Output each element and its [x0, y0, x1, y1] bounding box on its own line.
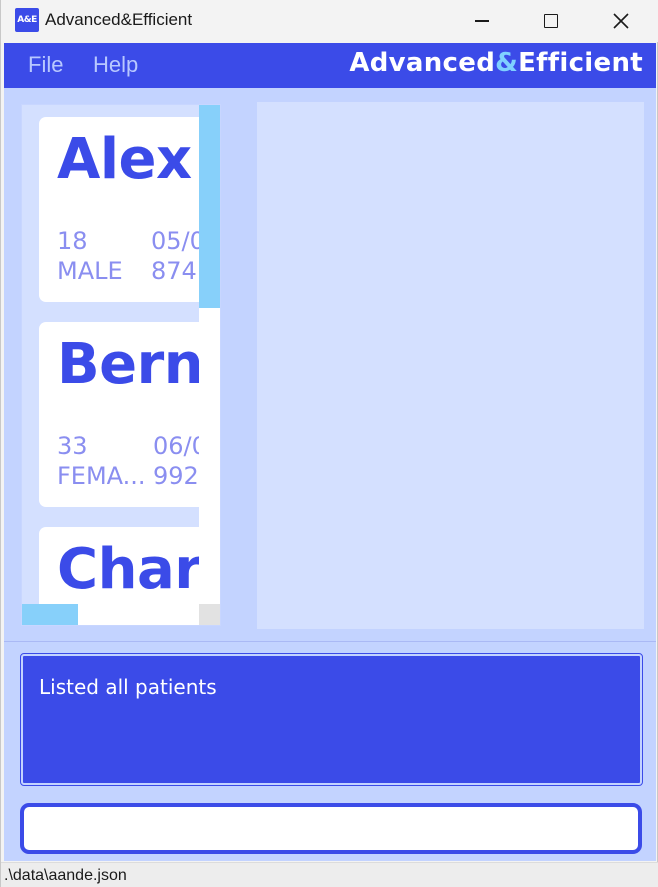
patient-name: Berni: [57, 332, 221, 397]
patient-detail-panel: [257, 102, 644, 629]
close-icon: [613, 13, 629, 29]
patient-card[interactable]: Alex Y 18 05/0 MALE 874: [39, 117, 220, 302]
patient-card[interactable]: Berni 33 06/0 FEMA... 992: [39, 322, 221, 507]
minimize-button[interactable]: [453, 0, 511, 42]
patient-name: Charl: [57, 537, 221, 602]
patient-age: 18: [57, 227, 88, 255]
horizontal-scrollbar-thumb[interactable]: [22, 604, 78, 625]
menu-file[interactable]: File: [28, 52, 63, 78]
minimize-icon: [475, 20, 489, 22]
brand-logo: Advanced&Efficient: [349, 48, 643, 78]
patient-phone: 992: [153, 462, 199, 490]
result-message: Listed all patients: [39, 675, 217, 699]
app-logo-icon: A&E: [15, 8, 39, 32]
maximize-button[interactable]: [522, 0, 580, 42]
patient-name: Alex Y: [57, 127, 220, 192]
status-bar: .\data\aande.json: [1, 862, 658, 887]
patient-age: 33: [57, 432, 88, 460]
maximize-icon: [544, 14, 558, 28]
patient-list[interactable]: Alex Y 18 05/0 MALE 874 Berni 33 06/0 FE…: [21, 104, 221, 626]
vertical-scrollbar-thumb[interactable]: [199, 105, 220, 308]
patient-gender: MALE: [57, 257, 123, 285]
window-title: Advanced&Efficient: [45, 10, 193, 29]
patient-date: 05/0: [151, 227, 205, 255]
app-window: A&E Advanced&Efficient File Help Advance…: [0, 0, 658, 887]
menu-help[interactable]: Help: [93, 52, 138, 78]
command-area: Listed all patients: [4, 641, 656, 861]
command-input[interactable]: [20, 803, 642, 854]
patient-phone: 874: [151, 257, 197, 285]
save-file-path: .\data\aande.json: [4, 867, 127, 884]
patient-gender: FEMA...: [57, 462, 146, 490]
brand-prefix: Advanced: [349, 48, 496, 78]
title-bar[interactable]: A&E Advanced&Efficient: [1, 0, 658, 42]
brand-suffix: Efficient: [518, 48, 643, 78]
menu-bar: File Help Advanced&Efficient: [4, 43, 656, 88]
close-button[interactable]: [592, 0, 650, 42]
scrollbar-corner: [199, 604, 220, 625]
main-panel: Alex Y 18 05/0 MALE 874 Berni 33 06/0 FE…: [4, 88, 656, 641]
brand-ampersand: &: [495, 48, 519, 78]
result-display: Listed all patients: [20, 653, 643, 786]
